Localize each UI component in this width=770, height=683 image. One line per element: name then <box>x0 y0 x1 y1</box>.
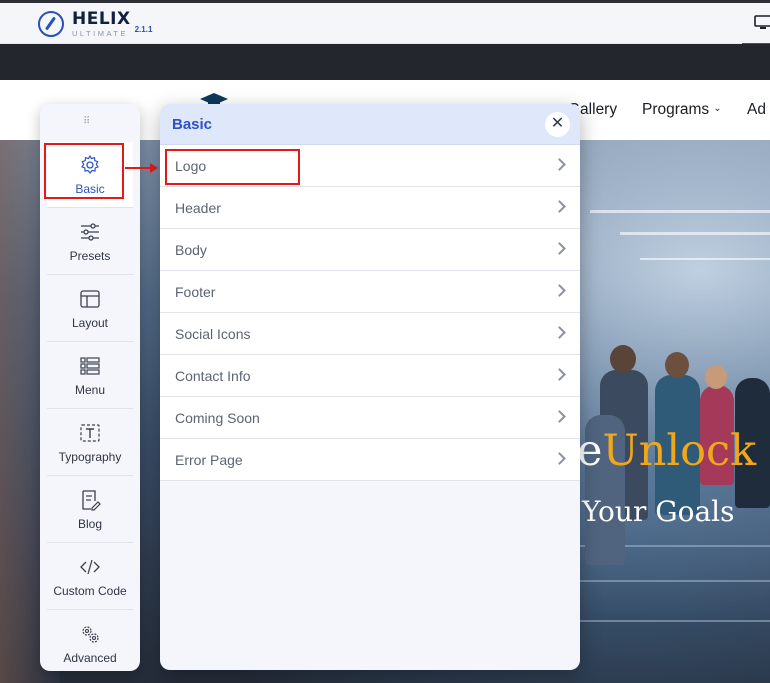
chevron-right-icon <box>553 242 566 255</box>
chevron-down-icon: ⌄ <box>713 103 722 114</box>
toolbar-advanced-label: Advanced <box>63 651 117 665</box>
panel-header: Basic ✕ <box>160 104 580 145</box>
toolbar-layout-label: Layout <box>71 316 109 330</box>
toolbar-presets[interactable]: Presets <box>47 209 133 275</box>
chevron-right-icon <box>553 368 566 381</box>
panel-item-body[interactable]: Body <box>160 229 580 271</box>
helix-brand[interactable]: HELIX ULTIMATE 2.1.1 <box>38 11 152 38</box>
toolbar-blog[interactable]: Blog <box>47 477 133 543</box>
panel-item-contact-info[interactable]: Contact Info <box>160 355 580 397</box>
highlight-basic-box <box>44 143 124 199</box>
basic-options-panel: Basic ✕ Logo Header Body Footer Social I… <box>160 104 580 670</box>
helix-topbar: HELIX ULTIMATE 2.1.1 <box>0 0 770 45</box>
desktop-view-button[interactable] <box>742 11 770 45</box>
drag-handle-icon[interactable]: ⠿ <box>83 116 91 127</box>
chevron-right-icon <box>553 200 566 213</box>
toolbar-layout[interactable]: Layout <box>47 276 133 342</box>
panel-title: Basic <box>172 116 213 133</box>
toolbar-blog-label: Blog <box>77 517 103 531</box>
brand-subtitle: ULTIMATE <box>72 29 128 38</box>
panel-item-error-page[interactable]: Error Page <box>160 439 580 481</box>
annotation-arrow-head <box>150 163 158 173</box>
toolbar-advanced[interactable]: Advanced <box>47 611 133 677</box>
advanced-gears-icon <box>82 626 99 643</box>
typography-icon <box>80 424 100 442</box>
hero-subheading: Your Goals <box>582 495 735 528</box>
toolbar-menu[interactable]: Menu <box>47 343 133 409</box>
panel-item-header[interactable]: Header <box>160 187 580 229</box>
desktop-icon <box>754 15 770 29</box>
chevron-right-icon <box>553 326 566 339</box>
panel-item-coming-soon[interactable]: Coming Soon <box>160 397 580 439</box>
menu-list-icon <box>80 357 100 375</box>
toolbar-custom-code-label: Custom Code <box>53 584 127 598</box>
brand-name: HELIX <box>72 9 131 29</box>
helix-logo-icon <box>38 11 64 38</box>
chevron-right-icon <box>553 410 566 423</box>
toolbar-menu-label: Menu <box>74 383 106 397</box>
panel-list: Logo Header Body Footer Social Icons Con… <box>160 145 580 481</box>
close-icon[interactable]: ✕ <box>545 112 570 137</box>
toolbar-custom-code[interactable]: Custom Code <box>47 544 133 610</box>
sliders-icon <box>81 223 99 241</box>
annotation-arrow <box>125 167 153 169</box>
chevron-right-icon <box>553 158 566 171</box>
chevron-right-icon <box>553 284 566 297</box>
toolbar-presets-label: Presets <box>69 249 111 263</box>
panel-item-footer[interactable]: Footer <box>160 271 580 313</box>
nav-programs[interactable]: Programs ⌄ <box>642 101 722 119</box>
toolbar-typography[interactable]: Typography <box>47 410 133 476</box>
panel-item-social-icons[interactable]: Social Icons <box>160 313 580 355</box>
blog-icon <box>82 490 101 511</box>
admin-strip <box>0 44 770 80</box>
hero-heading: eUnlock <box>577 426 757 476</box>
toolbar-typography-label: Typography <box>58 450 122 464</box>
brand-version: 2.1.1 <box>134 24 153 34</box>
code-icon <box>80 559 100 575</box>
nav-admissions[interactable]: Ad <box>747 101 766 119</box>
chevron-right-icon <box>553 452 566 465</box>
highlight-logo-box <box>165 149 300 185</box>
layout-icon <box>80 290 100 308</box>
